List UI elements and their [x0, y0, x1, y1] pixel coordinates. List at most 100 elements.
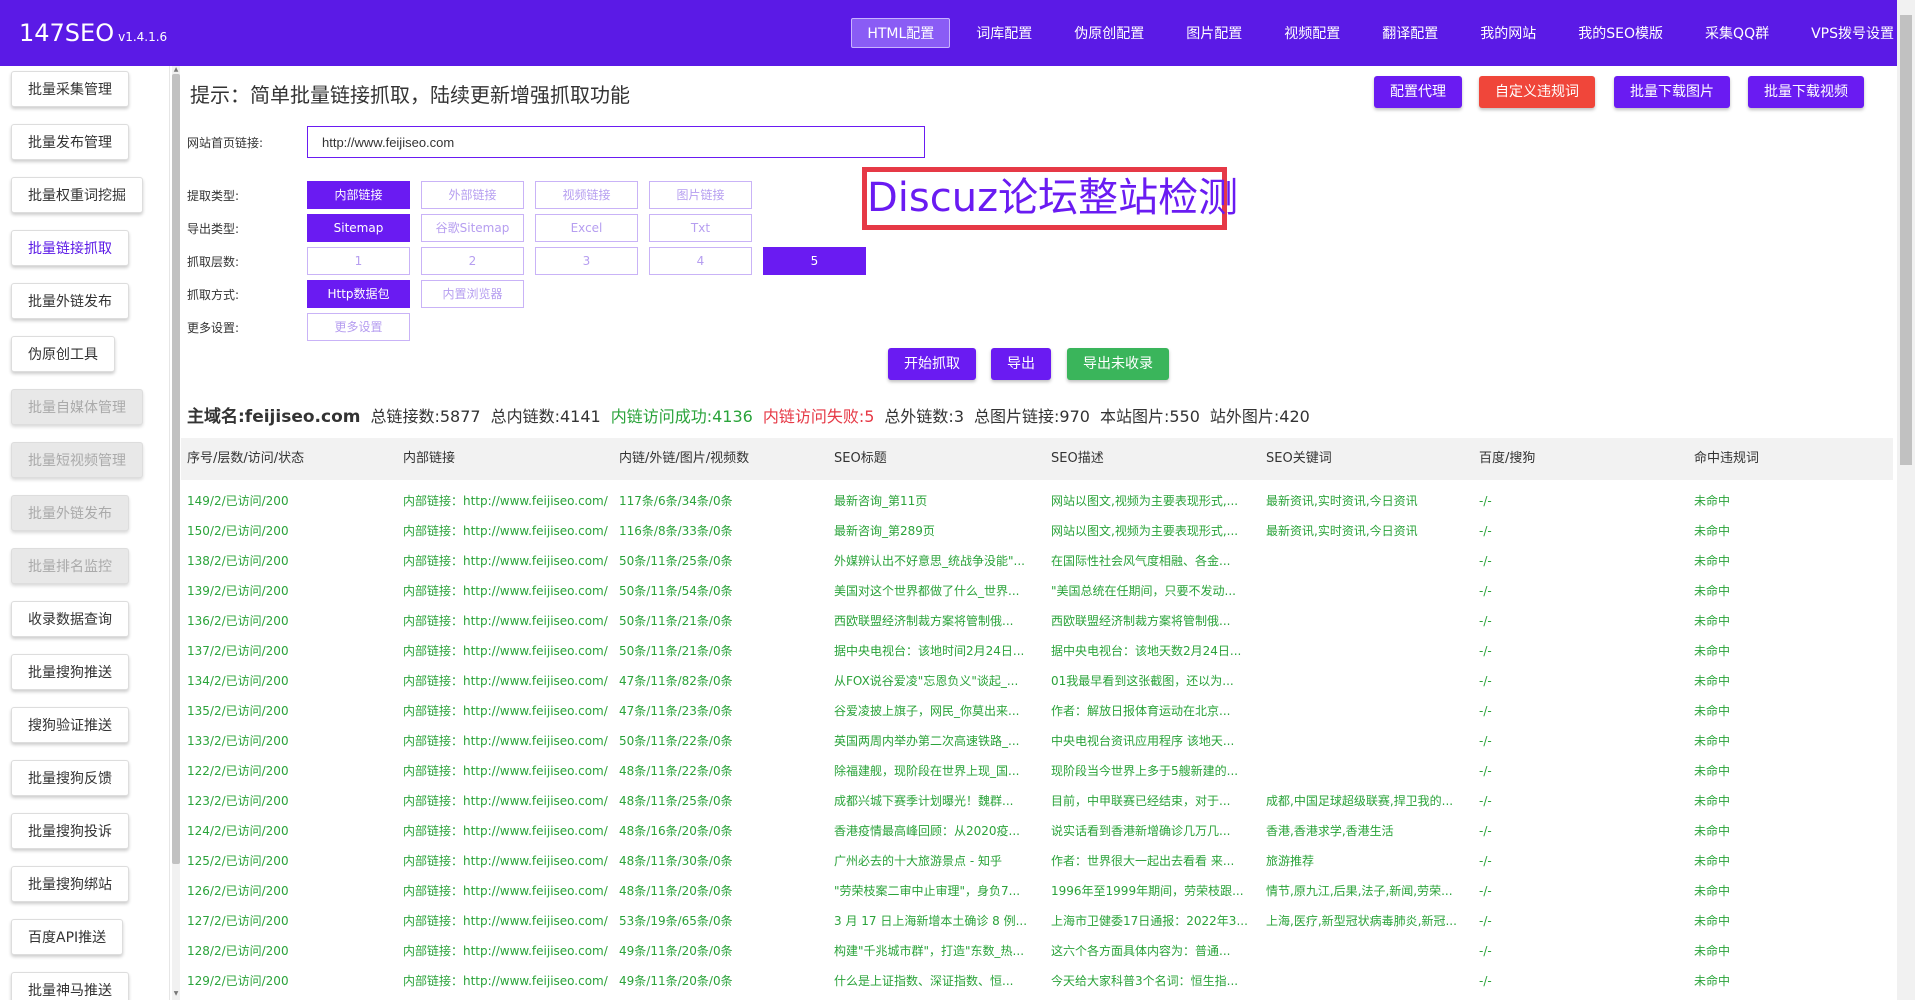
table-cell: 最新资讯,实时资讯,今日资讯 [1266, 524, 1418, 538]
sidebar-item-9: 批量排名监控 [11, 548, 129, 584]
export-option-3[interactable]: Txt [649, 214, 752, 242]
table-cell: 136/2/已访问/200 [187, 614, 289, 628]
depth-option-3[interactable]: 4 [649, 247, 752, 275]
sidebar-item-1[interactable]: 批量发布管理 [11, 124, 129, 160]
nav-tab-4[interactable]: 视频配置 [1268, 18, 1356, 48]
table-cell: 137/2/已访问/200 [187, 644, 289, 658]
table-row[interactable]: 134/2/已访问/200 内部链接：http://www.feijiseo.co… [181, 666, 1893, 696]
table-row[interactable]: 127/2/已访问/200 内部链接：http://www.feijiseo.co… [181, 906, 1893, 936]
export-option-2[interactable]: Excel [535, 214, 638, 242]
export-unindexed-button[interactable]: 导出未收录 [1067, 348, 1169, 380]
table-row[interactable]: 129/2/已访问/200 内部链接：http://www.feijiseo.co… [181, 966, 1893, 996]
column-header-2: 内链/外链/图片/视频数 [619, 451, 750, 466]
method-option-1[interactable]: 内置浏览器 [421, 280, 524, 308]
table-cell: 成都,中国足球超级联赛,捍卫我的... [1266, 794, 1454, 808]
table-cell: 未命中 [1694, 914, 1731, 928]
table-cell: 美国对这个世界都做了什么_世界... [834, 584, 1020, 598]
more-settings-button[interactable]: 更多设置 [307, 313, 410, 341]
nav-tab-1[interactable]: 词库配置 [960, 18, 1048, 48]
stat-internal-fail: 内链访问失败:5 [762, 407, 875, 426]
sidebar-item-11[interactable]: 批量搜狗推送 [11, 654, 129, 690]
table-row[interactable]: 123/2/已访问/200 内部链接：http://www.feijiseo.co… [181, 786, 1893, 816]
extract-option-2[interactable]: 视频链接 [535, 181, 638, 209]
nav-tab-2[interactable]: 伪原创配置 [1058, 18, 1160, 48]
url-input[interactable] [307, 126, 925, 158]
scroll-up-icon[interactable]: ▲ [172, 66, 180, 74]
method-option-0[interactable]: Http数据包 [307, 280, 410, 308]
table-cell: 126/2/已访问/200 [187, 884, 289, 898]
sidebar-scroll-thumb[interactable] [172, 74, 180, 864]
extract-option-0[interactable]: 内部链接 [307, 181, 410, 209]
table-row[interactable]: 139/2/已访问/200 内部链接：http://www.feijiseo.co… [181, 576, 1893, 606]
sidebar-item-0[interactable]: 批量采集管理 [11, 71, 129, 107]
table-cell: 133/2/已访问/200 [187, 734, 289, 748]
stat-local-images: 本站图片:550 [1099, 407, 1200, 426]
table-cell: 122/2/已访问/200 [187, 764, 289, 778]
download-videos-button[interactable]: 批量下载视频 [1748, 76, 1864, 108]
sidebar-item-16[interactable]: 百度API推送 [11, 919, 124, 955]
nav-tab-5[interactable]: 翻译配置 [1366, 18, 1454, 48]
scroll-down-icon[interactable]: ▼ [172, 990, 180, 998]
sidebar-item-8: 批量外链发布 [11, 495, 129, 531]
table-row[interactable]: 122/2/已访问/200 内部链接：http://www.feijiseo.co… [181, 756, 1893, 786]
sidebar-item-2[interactable]: 批量权重词挖掘 [11, 177, 143, 213]
table-row[interactable]: 149/2/已访问/200 内部链接：http://www.feijiseo.co… [181, 486, 1893, 516]
proxy-button[interactable]: 配置代理 [1374, 76, 1462, 108]
extract-option-3[interactable]: 图片链接 [649, 181, 752, 209]
table-cell: 构建"千兆城市群"，打造"东数_热... [834, 944, 1025, 958]
extract-option-1[interactable]: 外部链接 [421, 181, 524, 209]
stat-total-internal: 总内链数:4141 [490, 407, 601, 426]
page-scroll-thumb[interactable] [1900, 15, 1912, 465]
table-cell: 01我最早看到这张截图，还以为... [1051, 674, 1234, 688]
sidebar-item-14[interactable]: 批量搜狗投诉 [11, 813, 129, 849]
sidebar-item-17[interactable]: 批量神马推送 [11, 972, 129, 1000]
table-row[interactable]: 136/2/已访问/200 内部链接：http://www.feijiseo.co… [181, 606, 1893, 636]
table-cell: 网站以图文,视频为主要表现形式,... [1051, 524, 1239, 538]
start-crawl-button[interactable]: 开始抓取 [888, 348, 976, 380]
sidebar-item-3[interactable]: 批量链接抓取 [11, 230, 129, 266]
table-cell: 未命中 [1694, 854, 1731, 868]
export-button[interactable]: 导出 [991, 348, 1051, 380]
nav-tab-6[interactable]: 我的网站 [1464, 18, 1552, 48]
nav-tab-7[interactable]: 我的SEO模版 [1562, 18, 1679, 48]
sidebar-item-5[interactable]: 伪原创工具 [11, 336, 115, 372]
table-row[interactable]: 137/2/已访问/200 内部链接：http://www.feijiseo.co… [181, 636, 1893, 666]
depth-option-4[interactable]: 5 [763, 247, 866, 275]
export-option-0[interactable]: Sitemap [307, 214, 410, 242]
depth-option-2[interactable]: 3 [535, 247, 638, 275]
table-cell: -/- [1479, 554, 1492, 568]
nav-tab-3[interactable]: 图片配置 [1170, 18, 1258, 48]
depth-option-1[interactable]: 2 [421, 247, 524, 275]
export-option-1[interactable]: 谷歌Sitemap [421, 214, 524, 242]
nav-tab-9[interactable]: VPS拨号设置 [1795, 18, 1910, 48]
top-nav: HTML配置 词库配置 伪原创配置 图片配置 视频配置 翻译配置 我的网站 我的SEO模版 采集… [846, 0, 1915, 66]
table-row[interactable]: 126/2/已访问/200 内部链接：http://www.feijiseo.co… [181, 876, 1893, 906]
table-cell: 48条/11条/25条/0条 [619, 794, 733, 808]
table-row[interactable]: 150/2/已访问/200 内部链接：http://www.feijiseo.co… [181, 516, 1893, 546]
column-header-5: SEO关键词 [1266, 451, 1332, 466]
table-row[interactable]: 124/2/已访问/200 内部链接：http://www.feijiseo.co… [181, 816, 1893, 846]
download-images-button[interactable]: 批量下载图片 [1614, 76, 1730, 108]
table-cell: 在国际性社会风气度相融、各金... [1051, 554, 1231, 568]
depth-option-0[interactable]: 1 [307, 247, 410, 275]
nav-tab-8[interactable]: 采集QQ群 [1689, 18, 1785, 48]
sidebar-item-6: 批量自媒体管理 [11, 389, 143, 425]
custom-words-button[interactable]: 自定义违规词 [1479, 76, 1595, 108]
table-cell: 外媒辨认出不好意思_统战争没能"... [834, 554, 1025, 568]
nav-tab-0[interactable]: HTML配置 [851, 18, 951, 48]
sidebar-item-13[interactable]: 批量搜狗反馈 [11, 760, 129, 796]
table-row[interactable]: 138/2/已访问/200 内部链接：http://www.feijiseo.co… [181, 546, 1893, 576]
sidebar-item-12[interactable]: 搜狗验证推送 [11, 707, 129, 743]
sidebar-item-4[interactable]: 批量外链发布 [11, 283, 129, 319]
table-row[interactable]: 133/2/已访问/200 内部链接：http://www.feijiseo.co… [181, 726, 1893, 756]
table-cell: 内部链接：http://www.feijiseo.com/index [403, 584, 608, 598]
stat-internal-ok: 内链访问成功:4136 [610, 407, 753, 426]
table-cell: 从FOX说谷爱凌"忘恩负义"谈起_... [834, 674, 1019, 688]
sidebar-item-15[interactable]: 批量搜狗绑站 [11, 866, 129, 902]
table-row[interactable]: 128/2/已访问/200 内部链接：http://www.feijiseo.co… [181, 936, 1893, 966]
table-cell: 香港,香港求学,香港生活 [1266, 824, 1394, 838]
table-row[interactable]: 135/2/已访问/200 内部链接：http://www.feijiseo.co… [181, 696, 1893, 726]
sidebar-item-10[interactable]: 收录数据查询 [11, 601, 129, 637]
table-row[interactable]: 125/2/已访问/200 内部链接：http://www.feijiseo.co… [181, 846, 1893, 876]
table-cell: 48条/11条/22条/0条 [619, 764, 733, 778]
